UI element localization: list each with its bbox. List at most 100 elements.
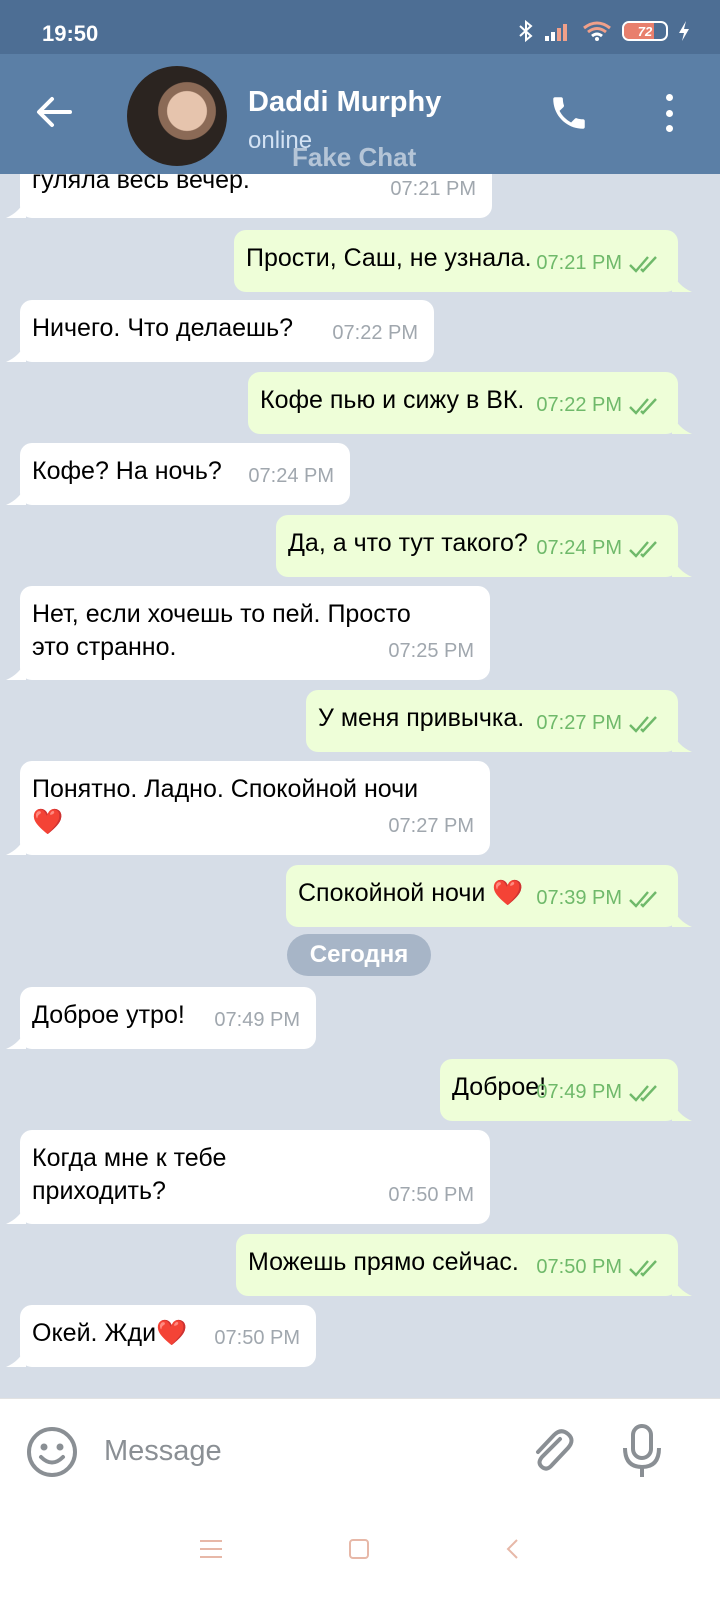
outgoing-message[interactable]: Спокойной ночи ❤️ 07:39 PM <box>286 865 692 927</box>
message-time: 07:49 PM <box>536 1081 622 1103</box>
watermark: Fake Chat <box>292 142 417 172</box>
bubble-tail <box>6 342 26 362</box>
message-meta: 07:27 PM <box>536 707 662 740</box>
incoming-message[interactable]: Кофе? На ночь? 07:24 PM <box>6 443 350 505</box>
bubble-tail <box>672 414 692 434</box>
wifi-icon <box>583 21 611 41</box>
message-text: гуляла весь вечер. <box>32 174 250 194</box>
bluetooth-icon <box>519 19 533 43</box>
read-check-icon <box>629 397 657 415</box>
bubble-tail <box>6 835 26 855</box>
message-text: Понятно. Ладно. Спокойной ночи ❤️ <box>32 775 419 836</box>
message-text: Спокойной ночи ❤️ <box>298 879 524 907</box>
message-meta: 07:22 PM <box>536 389 662 422</box>
message-meta: 07:39 PM <box>536 882 662 915</box>
message-input[interactable] <box>104 1429 484 1473</box>
more-vert-icon[interactable] <box>664 94 674 132</box>
attach-icon[interactable] <box>526 1425 578 1477</box>
message-meta: 07:25 PM <box>388 635 474 668</box>
date-separator: Сегодня <box>287 934 431 976</box>
system-nav-bar <box>0 1502 720 1600</box>
message-meta: 07:49 PM <box>536 1076 662 1109</box>
incoming-message[interactable]: Окей. Жди❤️ 07:50 PM <box>6 1305 316 1367</box>
chat-area[interactable]: гуляла весь вечер. 07:21 PM Прости, Саш, н… <box>0 174 720 1398</box>
avatar[interactable] <box>127 66 227 166</box>
mic-icon[interactable] <box>620 1423 664 1479</box>
chat-header: Daddi Murphy online Fake Chat <box>0 54 720 174</box>
message-time: 07:22 PM <box>332 322 418 344</box>
bubble-tail <box>6 198 26 218</box>
emoji-icon[interactable] <box>26 1426 78 1478</box>
incoming-message[interactable]: Нет, если хочешь то пей. Просто это стра… <box>6 586 490 680</box>
message-time: 07:49 PM <box>214 1009 300 1031</box>
read-check-icon <box>629 715 657 733</box>
incoming-message[interactable]: Когда мне к тебе приходить? 07:50 PM <box>6 1130 490 1224</box>
message-text: Доброе утро! <box>32 1001 185 1029</box>
message-text: Кофе пью и сижу в ВК. <box>260 386 525 414</box>
message-meta: 07:27 PM <box>388 810 474 843</box>
message-time: 07:22 PM <box>536 394 622 416</box>
message-meta: 07:49 PM <box>214 1004 300 1037</box>
bubble-tail <box>672 907 692 927</box>
message-time: 07:27 PM <box>388 815 474 837</box>
status-time: 19:50 <box>42 21 99 46</box>
read-check-icon <box>629 1259 657 1277</box>
bubble-tail <box>6 1029 26 1049</box>
incoming-message[interactable]: Понятно. Ладно. Спокойной ночи ❤️ 07:27 P… <box>6 761 490 855</box>
outgoing-message[interactable]: У меня привычка. 07:27 PM <box>306 690 692 752</box>
read-check-icon <box>629 540 657 558</box>
message-meta: 07:50 PM <box>388 1179 474 1212</box>
signal-icon <box>545 24 567 41</box>
battery-level: 72 <box>637 24 653 39</box>
outgoing-message[interactable]: Можешь прямо сейчас. 07:50 PM <box>236 1234 692 1296</box>
message-text: Нет, если хочешь то пей. Просто это стра… <box>32 600 411 661</box>
message-input-bar <box>0 1398 720 1502</box>
message-text: Ничего. Что делаешь? <box>32 314 294 342</box>
nav-back-icon[interactable] <box>503 1538 521 1560</box>
message-time: 07:21 PM <box>390 178 476 200</box>
message-text: Доброе! <box>452 1073 547 1101</box>
outgoing-message[interactable]: Доброе! 07:49 PM <box>440 1059 692 1121</box>
bubble-tail <box>672 1101 692 1121</box>
message-time: 07:27 PM <box>536 712 622 734</box>
outgoing-message[interactable]: Да, а что тут такого? 07:24 PM <box>276 515 692 577</box>
bubble-tail <box>6 485 26 505</box>
bubble-tail <box>6 660 26 680</box>
charging-icon <box>679 21 689 41</box>
message-time: 07:39 PM <box>536 887 622 909</box>
read-check-icon <box>629 255 657 273</box>
back-arrow-icon[interactable] <box>34 92 74 132</box>
message-meta: 07:24 PM <box>536 532 662 565</box>
message-meta: 07:21 PM <box>390 174 476 206</box>
outgoing-message[interactable]: Прости, Саш, не узнала. 07:21 PM <box>234 230 692 292</box>
message-text: У меня привычка. <box>318 704 525 732</box>
bubble-tail <box>672 1276 692 1296</box>
message-time: 07:50 PM <box>214 1327 300 1349</box>
status-icons: 72 <box>518 19 690 43</box>
message-meta: 07:24 PM <box>248 460 334 493</box>
bubble-tail <box>672 732 692 752</box>
message-meta: 07:22 PM <box>332 317 418 350</box>
phone-icon[interactable] <box>548 92 590 134</box>
outgoing-message[interactable]: Кофе пью и сижу в ВК. 07:22 PM <box>248 372 692 434</box>
message-meta: 07:50 PM <box>536 1251 662 1284</box>
bubble-tail <box>672 272 692 292</box>
message-time: 07:50 PM <box>388 1184 474 1206</box>
home-button[interactable] <box>349 1539 369 1559</box>
incoming-message[interactable]: Ничего. Что делаешь? 07:22 PM <box>6 300 434 362</box>
message-text: Можешь прямо сейчас. <box>248 1248 519 1276</box>
message-time: 07:25 PM <box>388 640 474 662</box>
message-time: 07:50 PM <box>536 1256 622 1278</box>
message-time: 07:24 PM <box>536 537 622 559</box>
bubble-tail <box>6 1347 26 1367</box>
recent-apps-button[interactable] <box>200 1540 222 1558</box>
message-time: 07:21 PM <box>536 252 622 274</box>
incoming-message[interactable]: гуляла весь вечер. 07:21 PM <box>6 174 492 218</box>
message-text: Окей. Жди❤️ <box>32 1319 188 1347</box>
bubble-tail <box>6 1204 26 1224</box>
message-meta: 07:21 PM <box>536 247 662 280</box>
contact-name[interactable]: Daddi Murphy <box>248 86 441 119</box>
message-meta: 07:50 PM <box>214 1322 300 1355</box>
read-check-icon <box>629 1084 657 1102</box>
incoming-message[interactable]: Доброе утро! 07:49 PM <box>6 987 316 1049</box>
